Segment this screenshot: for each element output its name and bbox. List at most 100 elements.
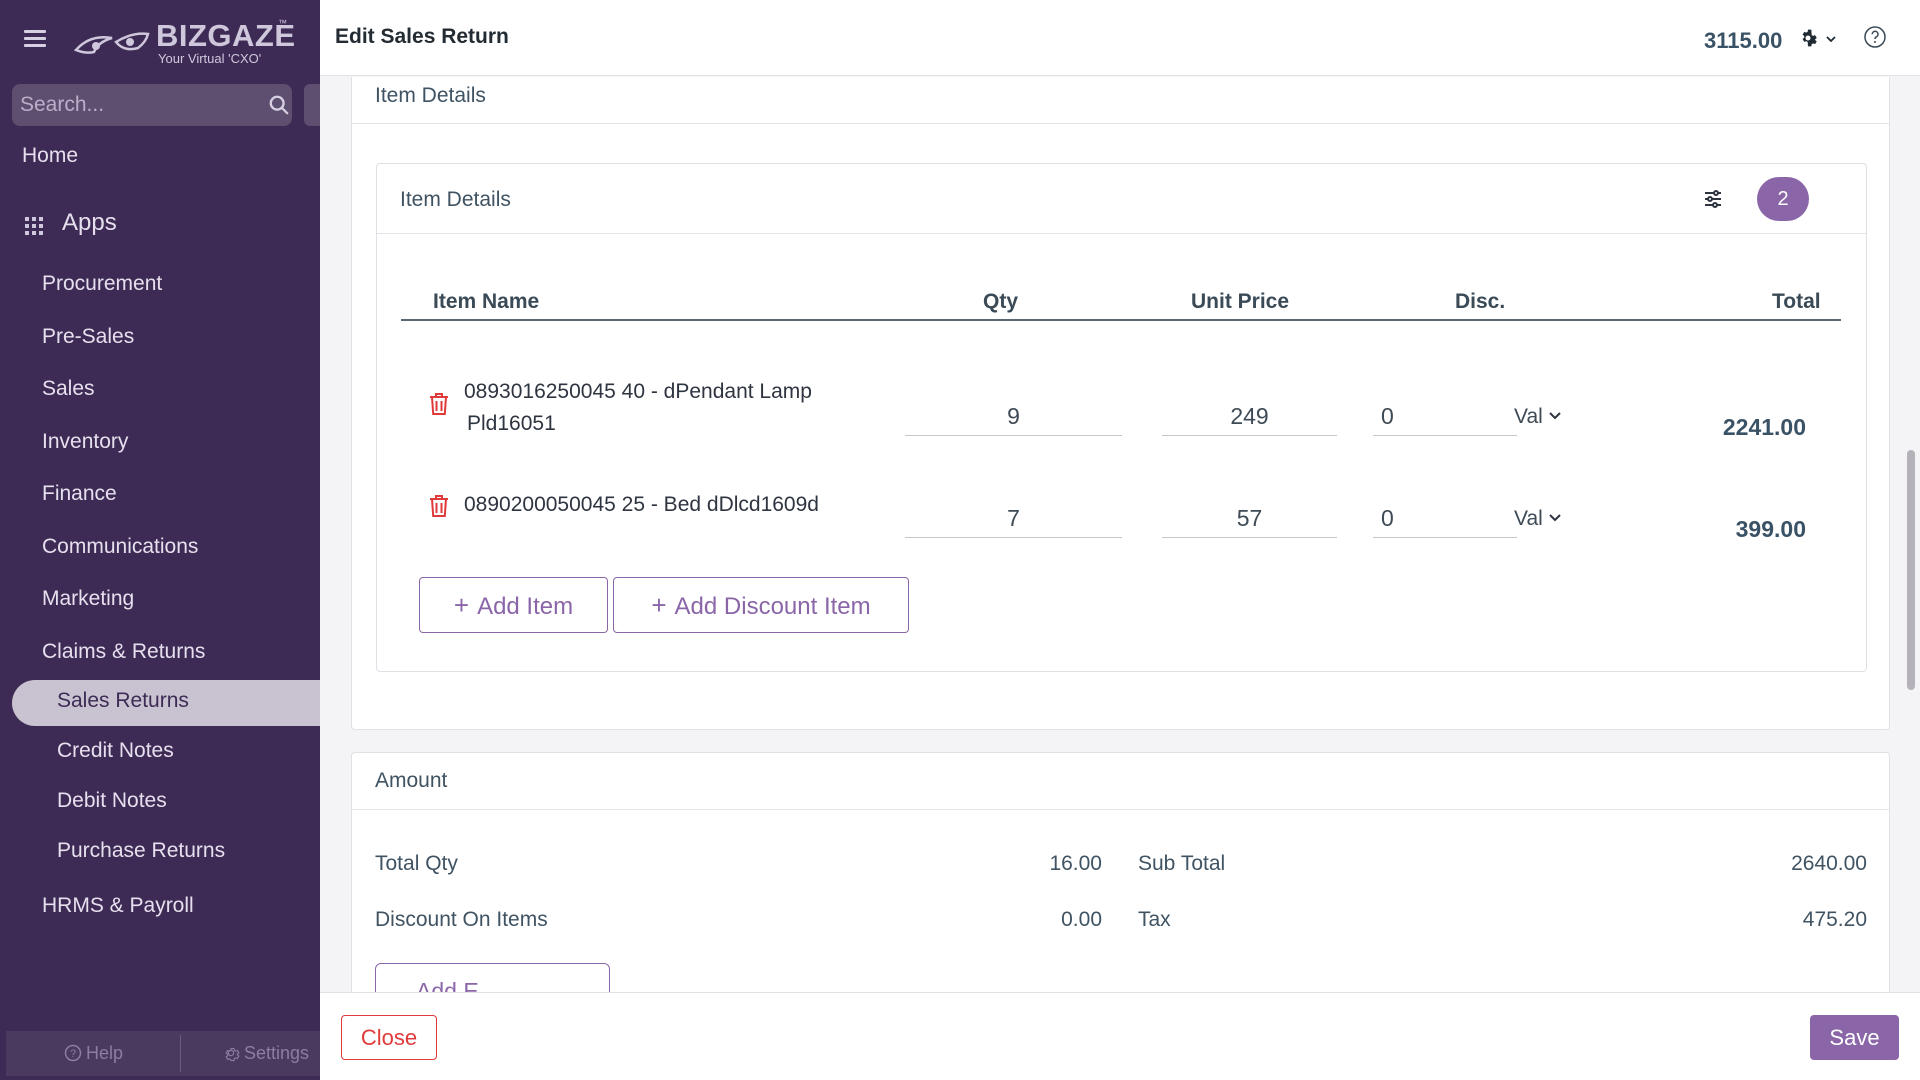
sidebar-header: BIZGAZE ™ Your Virtual 'CXO' bbox=[0, 0, 320, 80]
sidebar-item-procurement[interactable]: Procurement bbox=[0, 272, 320, 302]
search-filter-button[interactable] bbox=[304, 84, 320, 126]
section-title: Amount bbox=[375, 769, 448, 792]
chevron-down-icon[interactable] bbox=[1825, 34, 1837, 44]
item-count-badge: 2 bbox=[1757, 177, 1809, 221]
grid-icon bbox=[25, 217, 43, 235]
table-row: 0893016250045 40 - dPendant Lamp Pld1605… bbox=[377, 354, 1866, 464]
help-icon[interactable] bbox=[1863, 25, 1887, 49]
discount-type-value: Val bbox=[1514, 405, 1543, 428]
settings-button[interactable]: Settings bbox=[222, 1031, 309, 1076]
sidebar-item-marketing[interactable]: Marketing bbox=[0, 587, 320, 617]
table-row: 0890200050045 25 - Bed dDlcd1609d Val 39… bbox=[377, 474, 1866, 564]
discount-on-items-label: Discount On Items bbox=[375, 908, 548, 931]
total-qty-label: Total Qty bbox=[375, 852, 458, 875]
add-discount-item-label: Add Discount Item bbox=[674, 593, 871, 620]
sidebar-footer: ? Help Settings bbox=[6, 1031, 320, 1076]
sidebar-item-debit-notes[interactable]: Debit Notes bbox=[0, 789, 320, 819]
sidebar-item-claims-returns[interactable]: Claims & Returns bbox=[0, 640, 320, 670]
help-button[interactable]: ? Help bbox=[64, 1031, 123, 1076]
discount-input[interactable] bbox=[1373, 398, 1517, 436]
discount-input[interactable] bbox=[1373, 500, 1517, 538]
gear-icon[interactable] bbox=[1798, 28, 1818, 48]
bottom-bar: Close Save bbox=[320, 992, 1920, 1080]
add-discount-item-button[interactable]: + Add Discount Item bbox=[613, 577, 909, 633]
main-panel: Edit Sales Return 3115.00 Item Details I… bbox=[320, 0, 1920, 1080]
sidebar-item-sales[interactable]: Sales bbox=[0, 377, 320, 407]
discount-type-select[interactable]: Val bbox=[1514, 507, 1561, 531]
add-item-label: Add Item bbox=[477, 593, 574, 620]
header-total: 3115.00 bbox=[1704, 28, 1783, 53]
item-details-card: Item Details Item Details 2 Item Name Qt… bbox=[351, 77, 1890, 730]
sidebar-item-label: Claims & Returns bbox=[42, 640, 206, 663]
sub-total-value: 2640.00 bbox=[1791, 852, 1867, 875]
filter-icon[interactable] bbox=[1702, 188, 1724, 210]
sidebar-item-credit-notes[interactable]: Credit Notes bbox=[0, 739, 320, 769]
column-header-item-name: Item Name bbox=[433, 290, 540, 313]
sidebar-item-label: HRMS & Payroll bbox=[42, 894, 194, 917]
sidebar-item-label: Sales Returns bbox=[57, 689, 189, 712]
sidebar-item-inventory[interactable]: Inventory bbox=[0, 430, 320, 460]
sidebar-item-label: Apps bbox=[62, 209, 117, 236]
item-name-line: 0893016250045 40 - dPendant Lamp bbox=[464, 380, 812, 403]
column-header-total: Total bbox=[1772, 290, 1821, 313]
trash-icon[interactable] bbox=[427, 493, 451, 519]
search-icon[interactable] bbox=[268, 94, 290, 116]
sidebar-item-label: Communications bbox=[42, 535, 199, 558]
help-label: Help bbox=[86, 1043, 124, 1063]
tax-value: 475.20 bbox=[1802, 908, 1867, 931]
logo[interactable]: BIZGAZE ™ Your Virtual 'CXO' bbox=[72, 16, 295, 66]
svg-text:?: ? bbox=[70, 1048, 76, 1060]
row-total: 2241.00 bbox=[1722, 414, 1806, 440]
sidebar-item-label: Debit Notes bbox=[57, 789, 167, 812]
column-header-qty: Qty bbox=[983, 290, 1019, 313]
discount-type-select[interactable]: Val bbox=[1514, 405, 1561, 429]
plus-icon: + bbox=[453, 590, 470, 620]
help-icon: ? bbox=[64, 1044, 82, 1062]
sidebar-item-sales-returns[interactable]: Sales Returns bbox=[12, 680, 320, 726]
save-button[interactable]: Save bbox=[1810, 1015, 1899, 1060]
divider bbox=[352, 809, 1889, 810]
page-title: Edit Sales Return bbox=[335, 25, 509, 48]
add-item-button[interactable]: + Add Item bbox=[419, 577, 608, 633]
logo-tagline: Your Virtual 'CXO' bbox=[158, 51, 262, 66]
qty-input[interactable] bbox=[905, 500, 1122, 538]
divider bbox=[352, 123, 1889, 124]
chevron-down-icon bbox=[1549, 412, 1561, 420]
unit-price-input[interactable] bbox=[1162, 398, 1337, 436]
divider bbox=[377, 233, 1866, 234]
item-name-line: Pld16051 bbox=[467, 412, 556, 435]
column-header-disc: Disc. bbox=[1455, 290, 1506, 313]
search-input[interactable] bbox=[20, 84, 250, 126]
unit-price-input[interactable] bbox=[1162, 500, 1337, 538]
row-total: 399.00 bbox=[1735, 516, 1806, 542]
sidebar-item-apps[interactable]: Apps bbox=[0, 208, 320, 242]
sidebar-item-finance[interactable]: Finance bbox=[0, 482, 320, 512]
sidebar-item-label: Procurement bbox=[42, 272, 163, 295]
trash-icon[interactable] bbox=[427, 391, 451, 417]
item-details-panel: Item Details 2 Item Name Qty Unit Price … bbox=[376, 163, 1867, 672]
sidebar-item-label: Sales bbox=[42, 377, 95, 400]
section-title: Item Details bbox=[375, 84, 486, 107]
sidebar-item-label: Pre-Sales bbox=[42, 325, 135, 348]
qty-input[interactable] bbox=[905, 398, 1122, 436]
add-expense-button[interactable]: Add E bbox=[375, 963, 610, 992]
sidebar-item-hrms-payroll[interactable]: HRMS & Payroll bbox=[0, 894, 320, 924]
chevron-down-icon bbox=[1549, 514, 1561, 522]
menu-icon[interactable] bbox=[24, 30, 46, 48]
header-underline bbox=[401, 319, 1841, 321]
logo-text: BIZGAZE bbox=[156, 18, 296, 53]
item-name-line: 0890200050045 25 - Bed dDlcd1609d bbox=[464, 493, 819, 516]
sidebar-item-pre-sales[interactable]: Pre-Sales bbox=[0, 325, 320, 355]
top-bar: Edit Sales Return 3115.00 bbox=[320, 0, 1920, 76]
sidebar-item-communications[interactable]: Communications bbox=[0, 535, 320, 565]
sidebar-item-label: Home bbox=[22, 144, 79, 167]
tax-label: Tax bbox=[1138, 908, 1171, 931]
sidebar-item-purchase-returns[interactable]: Purchase Returns bbox=[0, 839, 320, 869]
amount-card: Amount Total Qty 16.00 Sub Total 2640.00… bbox=[351, 752, 1890, 992]
sidebar-item-home[interactable]: Home bbox=[0, 144, 320, 174]
scrollbar-thumb[interactable] bbox=[1907, 450, 1915, 690]
gear-icon bbox=[225, 1047, 240, 1062]
settings-label: Settings bbox=[244, 1043, 310, 1063]
sidebar-search bbox=[12, 84, 292, 126]
close-button[interactable]: Close bbox=[341, 1015, 437, 1060]
